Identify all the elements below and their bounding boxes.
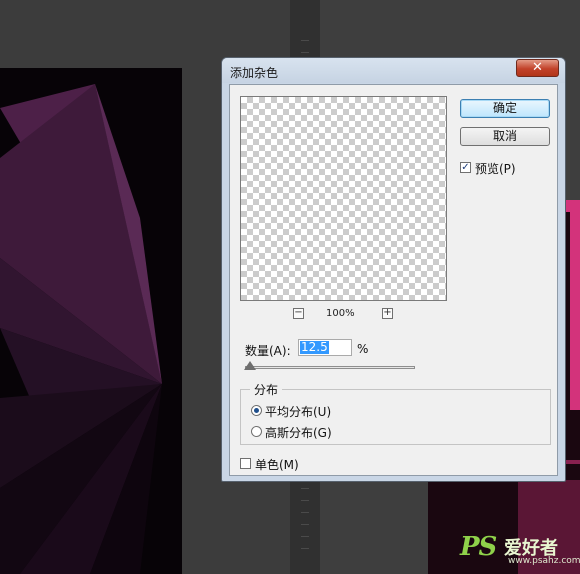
- zoom-level: 100%: [326, 308, 355, 319]
- distribution-legend: 分布: [250, 381, 283, 398]
- gaussian-radio[interactable]: [251, 426, 262, 437]
- dialog-title: 添加杂色: [230, 66, 279, 80]
- preview-label[interactable]: 预览(P): [475, 160, 516, 177]
- plus-icon: +: [383, 307, 392, 318]
- minus-icon: −: [294, 307, 303, 318]
- gaussian-label[interactable]: 高斯分布(G): [265, 424, 332, 441]
- watermark-logo: PS: [460, 532, 497, 562]
- dialog-body: − 100% + 确定 取消 ✓ 预览(P) 数量(A): 12.5 % 分布 …: [229, 84, 558, 476]
- monochromatic-checkbox[interactable]: [240, 458, 251, 469]
- ok-button[interactable]: 确定: [460, 99, 550, 118]
- amount-label: 数量(A):: [245, 344, 291, 358]
- dialog-titlebar[interactable]: 添加杂色 ✕: [222, 58, 565, 83]
- zoom-out-button[interactable]: −: [293, 308, 304, 319]
- check-icon: ✓: [461, 162, 470, 173]
- close-button[interactable]: ✕: [516, 59, 559, 77]
- amount-input[interactable]: 12.5: [298, 339, 352, 356]
- amount-slider-track[interactable]: [245, 366, 415, 369]
- fan-artwork: [0, 84, 162, 574]
- uniform-radio[interactable]: [251, 405, 262, 416]
- amount-unit: %: [357, 342, 369, 356]
- preview-checkbox[interactable]: ✓: [460, 162, 471, 173]
- watermark-url: www.psahz.com: [508, 556, 580, 566]
- amount-value: 12.5: [300, 340, 329, 354]
- uniform-label[interactable]: 平均分布(U): [265, 403, 331, 420]
- add-noise-dialog: 添加杂色 ✕ − 100% + 确定 取消 ✓ 预览(P) 数量(A): 12.…: [221, 57, 566, 482]
- cancel-button[interactable]: 取消: [460, 127, 550, 146]
- filter-preview[interactable]: [240, 96, 447, 301]
- amount-slider-thumb[interactable]: [244, 361, 256, 370]
- close-icon: ✕: [532, 60, 543, 75]
- monochromatic-label[interactable]: 单色(M): [255, 456, 299, 473]
- document-canvas-left: [0, 68, 182, 574]
- zoom-in-button[interactable]: +: [382, 308, 393, 319]
- watermark: PS 爱好者 www.psahz.com: [460, 532, 580, 568]
